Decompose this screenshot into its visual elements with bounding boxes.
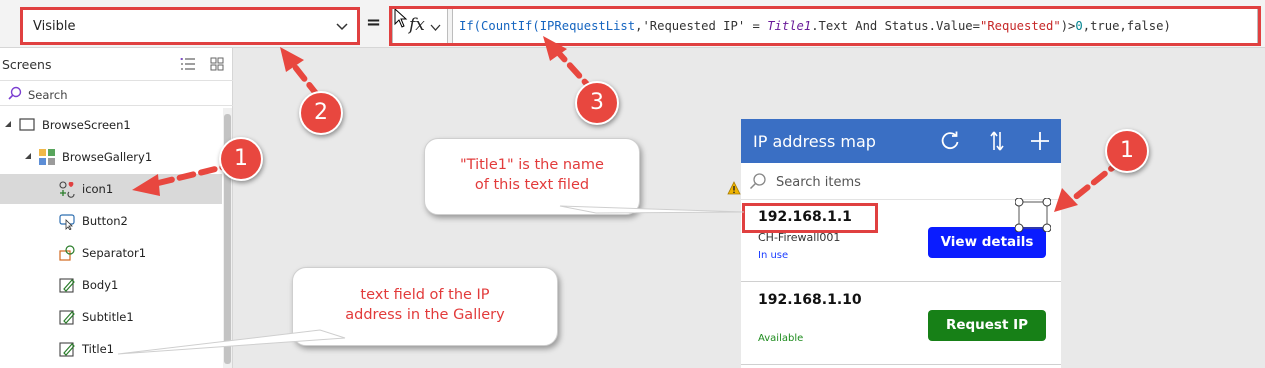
step-badge-3: 3 (575, 81, 619, 125)
tree-node-icon1[interactable]: icon1 (0, 174, 222, 204)
equals-sign: = (366, 12, 382, 33)
selection-handles-icon[interactable] (1015, 198, 1051, 232)
request-ip-button[interactable]: Request IP (928, 310, 1046, 341)
tree-header: Screens (0, 54, 233, 76)
grid-view-icon[interactable] (210, 57, 224, 71)
gallery-item-status: In use (758, 250, 789, 261)
callout-line: text field of the IP (360, 287, 490, 303)
add-icon[interactable] (1029, 130, 1051, 152)
step-badge-1-left: 1 (219, 137, 263, 181)
tree-node-browsescreen1[interactable]: BrowseScreen1 (0, 110, 222, 140)
expand-triangle-icon[interactable] (24, 152, 32, 160)
highlight-property-dropdown (20, 7, 360, 45)
tree-node-label: BrowseScreen1 (42, 118, 131, 132)
callout-line: "Title1" is the name (460, 157, 604, 173)
app-preview-screen: IP address map Search items 192.168.1.1 C… (741, 119, 1061, 368)
refresh-icon[interactable] (939, 130, 961, 152)
tree-node-subtitle1[interactable]: Subtitle1 (0, 302, 222, 332)
sort-icon[interactable] (986, 130, 1008, 152)
button-control-icon (59, 214, 75, 230)
app-search-box[interactable]: Search items (741, 163, 1061, 200)
search-placeholder: Search (28, 88, 68, 102)
label-edit-icon (59, 342, 75, 357)
tree-node-separator1[interactable]: Separator1 (0, 238, 222, 268)
highlight-title1-field (742, 203, 878, 233)
callout-title1-name: "Title1" is the name of this text filed (424, 138, 640, 215)
arrowhead-2 (280, 47, 304, 72)
label-edit-icon (59, 278, 75, 293)
gallery-item-status: Available (758, 333, 804, 344)
expand-triangle-icon[interactable] (4, 120, 12, 128)
step-badge-2: 2 (299, 91, 343, 135)
callout-line: address in the Gallery (345, 307, 505, 323)
tree-node-label: Body1 (82, 278, 119, 292)
gallery-item-title: 192.168.1.10 (758, 292, 862, 308)
tree-node-label: Separator1 (82, 246, 147, 260)
tree-node-title1[interactable]: Title1 (0, 334, 222, 364)
callout-ip-text-field: text field of the IP address in the Gall… (292, 267, 558, 346)
app-search-placeholder: Search items (776, 175, 861, 190)
tree-node-label: Title1 (82, 342, 114, 356)
app-title: IP address map (753, 132, 876, 151)
app-header: IP address map (741, 119, 1061, 163)
step-badge-1-right: 1 (1105, 129, 1149, 173)
tree-node-body1[interactable]: Body1 (0, 270, 222, 300)
tree-node-browsegallery1[interactable]: BrowseGallery1 (0, 142, 222, 172)
highlight-formula (389, 6, 1261, 46)
tree-node-label: Subtitle1 (82, 310, 134, 324)
search-icon (8, 86, 22, 100)
list-view-icon[interactable] (180, 57, 196, 71)
tree-title: Screens (2, 57, 52, 72)
warning-icon[interactable] (727, 181, 741, 195)
tree-node-label: Button2 (82, 214, 128, 228)
tree-search-box[interactable]: Search (0, 80, 233, 106)
screen-icon (19, 118, 35, 131)
callout-line: of this text filed (474, 177, 590, 193)
tree-node-label: icon1 (82, 182, 114, 196)
icon-control-icon (59, 181, 75, 198)
search-icon (749, 173, 766, 190)
tree-node-button2[interactable]: Button2 (0, 206, 222, 236)
separator-control-icon (59, 245, 75, 261)
label-edit-icon (59, 310, 75, 325)
tree-node-label: BrowseGallery1 (62, 150, 153, 164)
tree-view-panel: Screens Search BrowseScreen1 BrowseGaller… (0, 48, 233, 368)
gallery-icon (39, 149, 55, 165)
gallery-item[interactable]: 192.168.1.10 Available Request IP (741, 283, 1061, 365)
